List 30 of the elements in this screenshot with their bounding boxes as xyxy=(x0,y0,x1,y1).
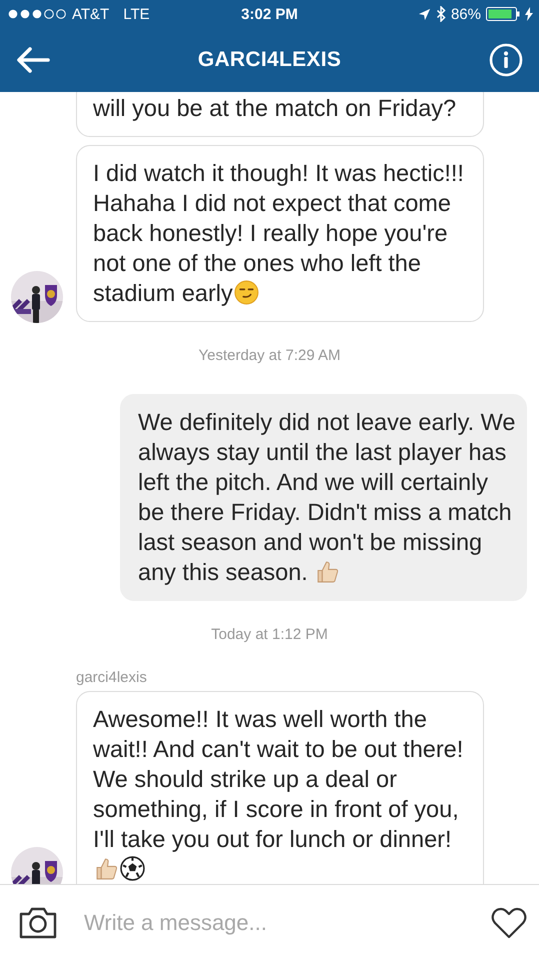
message-bubble: I did watch it though! It was hectic!!! Hahaha I did not expect that come back honestly! I really hope you're not one of the ones who left the stadium early xyxy=(76,145,484,322)
bluetooth-icon xyxy=(436,6,446,22)
sender-name: garci4lexis xyxy=(76,669,148,686)
smirk-emoji-icon xyxy=(234,280,259,305)
battery-icon xyxy=(486,7,520,21)
message-bubble: Awesome!! It was well worth the wait!! And can't wait to be out there! We should strike up a deal or something, if I score in front of you, I'll take you out for lunch or dinner! xyxy=(76,691,484,884)
info-icon xyxy=(489,43,523,77)
message-input[interactable]: Write a message... xyxy=(84,906,465,940)
thumbs-up-icon xyxy=(94,856,119,881)
info-button[interactable] xyxy=(489,43,523,77)
location-arrow-icon xyxy=(418,8,431,20)
soccer-ball-icon xyxy=(120,856,145,881)
signal-icon xyxy=(8,9,66,19)
carrier-name: AT&T xyxy=(72,6,110,22)
message-timestamp: Yesterday at 7:29 AM xyxy=(198,347,341,364)
back-arrow-icon xyxy=(16,47,50,73)
camera-button[interactable] xyxy=(18,906,58,940)
message-bubble: will you be at the match on Friday? xyxy=(76,92,484,137)
back-button[interactable] xyxy=(16,47,50,73)
network-type: LTE xyxy=(123,6,150,22)
status-time: 3:02 PM xyxy=(241,6,298,22)
message-timestamp: Today at 1:12 PM xyxy=(211,626,328,643)
camera-icon xyxy=(18,906,58,940)
heart-icon xyxy=(491,906,527,938)
battery-percentage: 86% xyxy=(450,6,481,22)
thumbs-up-icon xyxy=(315,559,340,584)
charging-bolt-icon xyxy=(525,7,533,21)
like-button[interactable] xyxy=(491,906,527,938)
conversation-title: GARCI4LEXIS xyxy=(198,48,342,71)
message-bubble: We definitely did not leave early. We always stay until the last player has left the pitch. And we will certainly be there Friday. Didn't miss a match last season and won't be missing any this season. xyxy=(120,394,527,601)
